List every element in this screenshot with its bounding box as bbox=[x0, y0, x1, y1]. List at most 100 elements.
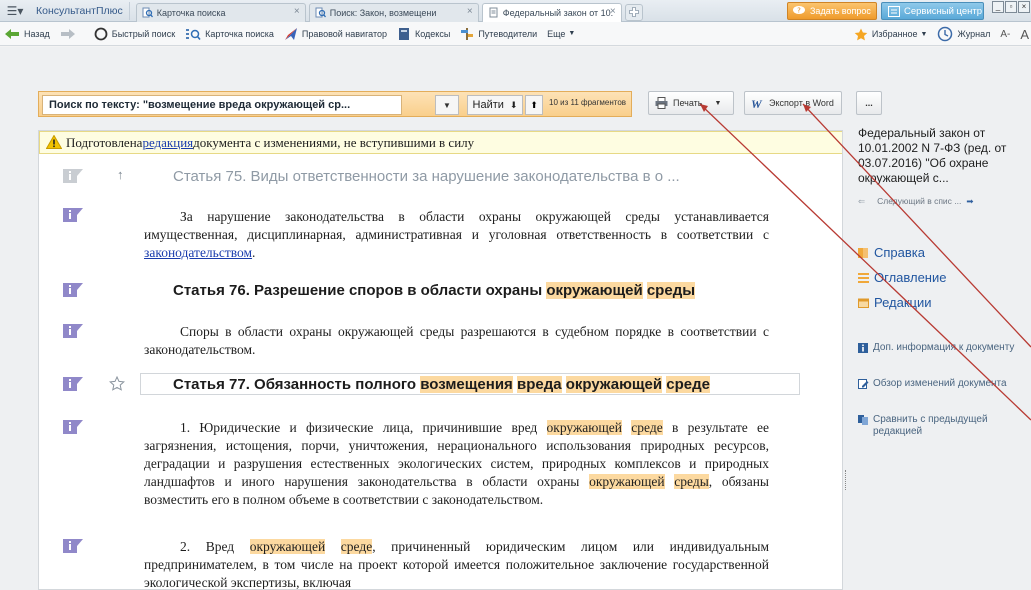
info-marker-icon[interactable] bbox=[63, 324, 83, 338]
edit-icon bbox=[858, 379, 869, 389]
print-button[interactable]: Печать ▼ bbox=[648, 91, 734, 115]
minimize-icon[interactable]: _ bbox=[992, 1, 1004, 13]
article-77-paragraph-2: 2. Вред окружающей среде, причиненный юр… bbox=[144, 538, 769, 589]
favorites-label: Избранное bbox=[871, 29, 918, 39]
print-label: Печать bbox=[673, 98, 703, 108]
service-center-label: Сервисный центр bbox=[904, 5, 983, 17]
search-in-text-input[interactable]: Поиск по тексту: "возмещение вреда окруж… bbox=[42, 95, 402, 115]
back-button[interactable]: Назад bbox=[4, 22, 50, 46]
chevron-down-icon: ▼ bbox=[920, 30, 928, 38]
close-icon[interactable]: × bbox=[610, 6, 616, 17]
list-icon bbox=[858, 272, 869, 283]
back-label: Назад bbox=[24, 28, 50, 39]
search-highlight: среде bbox=[631, 420, 663, 435]
forward-button[interactable] bbox=[60, 22, 80, 46]
compare-icon bbox=[858, 415, 868, 425]
restore-icon[interactable]: ▫ bbox=[1005, 1, 1017, 13]
article-76-paragraph: Споры в области охраны окружающей среды … bbox=[144, 324, 769, 357]
codes-button[interactable]: Кодексы bbox=[397, 22, 450, 46]
tab-document[interactable]: Федеральный закон от 10. × bbox=[481, 2, 622, 22]
legal-navigator-label: Правовой навигатор bbox=[301, 28, 387, 39]
plus-icon bbox=[628, 7, 639, 17]
title-text: Статья 76. Разрешение споров в области о… bbox=[173, 282, 547, 299]
search-highlight: среды bbox=[646, 282, 696, 299]
ask-question-button[interactable]: ? Задать вопрос bbox=[787, 2, 877, 20]
favorites-button[interactable]: Избранное ▼ bbox=[854, 22, 928, 46]
next-in-list[interactable]: ⇐ Следующий в спис ... ➡ bbox=[858, 196, 974, 207]
changes-review-label: Обзор изменений документа bbox=[873, 378, 1007, 389]
info-marker-icon[interactable] bbox=[63, 539, 83, 553]
legislation-link[interactable]: законодательством bbox=[144, 245, 252, 260]
additional-info-link[interactable]: Доп. информация к документу bbox=[858, 342, 1018, 354]
editions-link[interactable]: Редакции bbox=[858, 295, 932, 310]
more-label: Еще bbox=[547, 28, 566, 39]
quick-search-label: Быстрый поиск bbox=[111, 28, 176, 39]
close-icon[interactable]: × bbox=[467, 6, 473, 17]
info-marker-icon[interactable] bbox=[63, 377, 83, 391]
arrow-up-icon: ⬆ bbox=[530, 99, 538, 110]
find-button[interactable]: Найти ⬇ bbox=[467, 95, 523, 115]
arrow-down-icon: ⬇ bbox=[509, 99, 518, 110]
edition-notice: Подготовлена редакция документа с измене… bbox=[39, 131, 842, 154]
more-menu-button[interactable]: Еще ▼ bbox=[547, 22, 575, 46]
quick-search-button[interactable]: Быстрый поиск bbox=[94, 22, 175, 46]
history-clock-icon bbox=[938, 26, 953, 42]
svg-text:W: W bbox=[751, 97, 763, 109]
new-tab-button[interactable] bbox=[624, 3, 643, 21]
quick-search-icon bbox=[94, 27, 108, 40]
guides-button[interactable]: Путеводители bbox=[460, 22, 537, 46]
journal-button[interactable]: Журнал bbox=[937, 22, 990, 46]
tab-label: Поиск: Закон, возмещени bbox=[329, 7, 437, 18]
app-brand[interactable]: КонсультантПлюс bbox=[30, 1, 130, 20]
panel-splitter[interactable] bbox=[845, 470, 848, 490]
document-search-bar: Поиск по тексту: "возмещение вреда окруж… bbox=[38, 91, 632, 117]
paragraph-text: 2. Вред bbox=[180, 539, 250, 554]
journal-label: Журнал bbox=[957, 29, 991, 39]
next-in-list-label: Следующий в спис ... bbox=[877, 196, 962, 206]
legal-navigator-button[interactable]: Правовой навигатор bbox=[284, 22, 387, 46]
info-marker-icon[interactable] bbox=[63, 169, 83, 183]
edition-link[interactable]: редакция bbox=[142, 135, 193, 151]
chevron-down-icon[interactable]: ▼ bbox=[714, 100, 721, 107]
close-icon[interactable]: × bbox=[294, 6, 300, 17]
tab-search-card[interactable]: Карточка поиска × bbox=[135, 2, 306, 22]
more-actions-button[interactable]: ... bbox=[856, 91, 882, 115]
search-card-label: Карточка поиска bbox=[205, 28, 274, 39]
spravka-link[interactable]: Справка bbox=[858, 245, 925, 260]
tab-search-results[interactable]: Поиск: Закон, возмещени × bbox=[308, 2, 479, 22]
font-increase-button[interactable]: A bbox=[1020, 22, 1029, 46]
next-arrow-icon[interactable]: ➡ bbox=[966, 196, 973, 206]
codes-label: Кодексы bbox=[415, 28, 451, 39]
info-marker-icon[interactable] bbox=[63, 283, 83, 297]
compare-editions-link[interactable]: Сравнить с предыдущей редакцией bbox=[858, 414, 1018, 438]
tab-label: Федеральный закон от 10. bbox=[502, 7, 614, 18]
paragraph-text: За нарушение законодательства в области … bbox=[144, 209, 769, 242]
find-previous-button[interactable]: ⬆ bbox=[525, 95, 543, 115]
close-window-icon[interactable]: × bbox=[1018, 1, 1030, 13]
search-highlight: вреда bbox=[516, 376, 562, 393]
paragraph-text: 1. Юридические и физические лица, причин… bbox=[180, 420, 547, 435]
find-label: Найти bbox=[472, 99, 504, 111]
info-marker-icon[interactable] bbox=[63, 420, 83, 434]
font-decrease-button[interactable]: A- bbox=[1000, 22, 1010, 46]
bookmark-star-icon[interactable] bbox=[109, 376, 125, 392]
export-word-button[interactable]: W Экспорт в Word bbox=[744, 91, 842, 115]
table-of-contents-link[interactable]: Оглавление bbox=[858, 270, 946, 285]
title-text: Статья 77. Обязанность полного bbox=[173, 376, 421, 393]
changes-review-link[interactable]: Обзор изменений документа bbox=[858, 378, 1018, 390]
up-arrow-icon[interactable]: ↑ bbox=[117, 167, 124, 182]
service-center-button[interactable]: Сервисный центр bbox=[881, 2, 984, 20]
app-window: ☰▾ КонсультантПлюс Карточка поиска × Пои… bbox=[0, 0, 1031, 590]
main-menu-button[interactable]: ☰▾ bbox=[0, 0, 30, 22]
document-viewer: Подготовлена редакция документа с измене… bbox=[38, 130, 843, 590]
article-77-title: Статья 77. Обязанность полного возмещени… bbox=[173, 376, 710, 393]
search-card-button[interactable]: Карточка поиска bbox=[185, 22, 274, 46]
article-75-title[interactable]: Статья 75. Виды ответственности за наруш… bbox=[173, 168, 680, 185]
question-icon: ? bbox=[793, 6, 805, 15]
warning-icon bbox=[46, 135, 62, 149]
table-of-contents-label: Оглавление bbox=[874, 270, 947, 285]
search-dropdown-button[interactable]: ▼ bbox=[435, 95, 459, 115]
search-highlight: окружающей bbox=[546, 282, 643, 299]
info-marker-icon[interactable] bbox=[63, 208, 83, 222]
prev-arrow-icon[interactable]: ⇐ bbox=[858, 196, 865, 206]
